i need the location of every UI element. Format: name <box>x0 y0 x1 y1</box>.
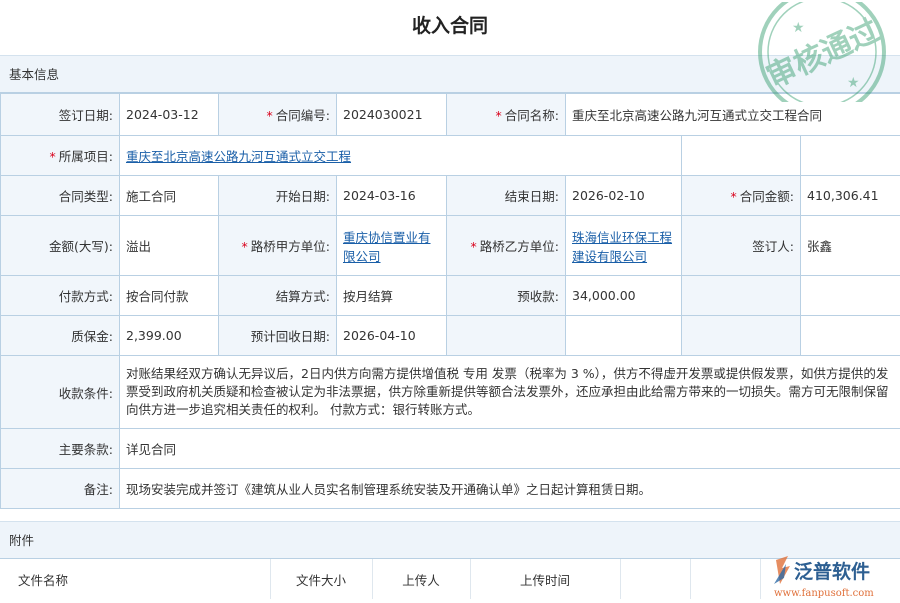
svg-text:★: ★ <box>847 75 860 91</box>
advance-label: 预收款: <box>447 276 566 316</box>
contract-name-label: 合同名称: <box>505 108 559 123</box>
svg-text:★: ★ <box>792 20 805 36</box>
contract-type-label: 合同类型: <box>1 176 120 216</box>
contract-no-label: 合同编号: <box>276 108 330 123</box>
pay-method-label: 付款方式: <box>1 276 120 316</box>
col-uploader: 上传人 <box>372 559 470 599</box>
approved-stamp: 审核通过 ★★ <box>752 2 892 102</box>
sign-date-label: 签订日期: <box>1 94 120 136</box>
deposit-value: 2,399.00 <box>120 316 219 356</box>
remark-label: 备注: <box>1 469 120 509</box>
sign-date-value: 2024-03-12 <box>120 94 219 136</box>
party-a-link[interactable]: 重庆协信置业有限公司 <box>343 230 431 264</box>
fanpu-logo: 泛普软件 www.fanpusoft.com <box>772 554 897 600</box>
amount-upper-value: 溢出 <box>120 216 219 276</box>
party-b-link[interactable]: 珠海信业环保工程建设有限公司 <box>572 230 672 264</box>
contract-type-value: 施工合同 <box>120 176 219 216</box>
amount-label: 合同金额: <box>740 189 794 204</box>
amount-value: 410,306.41 <box>801 176 900 216</box>
main-terms-value: 详见合同 <box>120 429 900 469</box>
settle-method-label: 结算方式: <box>219 276 337 316</box>
party-b-label: 路桥乙方单位: <box>480 239 559 254</box>
attachments-table: 文件名称 文件大小 上传人 上传时间 <box>0 559 900 599</box>
col-upload-time: 上传时间 <box>470 559 620 599</box>
start-date-label: 开始日期: <box>219 176 337 216</box>
contract-no-value: 2024030021 <box>337 94 447 136</box>
expected-date-value: 2026-04-10 <box>337 316 447 356</box>
project-label: 所属项目: <box>59 149 113 164</box>
project-link[interactable]: 重庆至北京高速公路九河互通式立交工程 <box>126 149 351 164</box>
advance-value: 34,000.00 <box>566 276 682 316</box>
remark-value: 现场安装完成并签订《建筑从业人员实名制管理系统安装及开通确认单》之日起计算租赁日… <box>120 469 900 509</box>
start-date-value: 2024-03-16 <box>337 176 447 216</box>
main-terms-label: 主要条款: <box>1 429 120 469</box>
expected-date-label: 预计回收日期: <box>219 316 337 356</box>
svg-text:泛普软件: 泛普软件 <box>794 560 870 583</box>
pay-method-value: 按合同付款 <box>120 276 219 316</box>
deposit-label: 质保金: <box>1 316 120 356</box>
amount-upper-label: 金额(大写): <box>1 216 120 276</box>
end-date-value: 2026-02-10 <box>566 176 682 216</box>
col-file-name: 文件名称 <box>0 559 270 599</box>
party-a-label: 路桥甲方单位: <box>251 239 330 254</box>
signer-value: 张鑫 <box>801 216 900 276</box>
end-date-label: 结束日期: <box>447 176 566 216</box>
terms-value: 对账结果经双方确认无异议后，2日内供方向需方提供增值税 专用 发票（税率为 3 … <box>120 356 900 429</box>
svg-text:www.fanpusoft.com: www.fanpusoft.com <box>774 588 874 599</box>
signer-label: 签订人: <box>682 216 801 276</box>
section-attachments: 附件 <box>0 521 900 559</box>
col-file-size: 文件大小 <box>270 559 372 599</box>
terms-label: 收款条件: <box>1 356 120 429</box>
settle-method-value: 按月结算 <box>337 276 447 316</box>
basic-info-table: 签订日期: 2024-03-12 *合同编号: 2024030021 *合同名称… <box>0 93 900 509</box>
